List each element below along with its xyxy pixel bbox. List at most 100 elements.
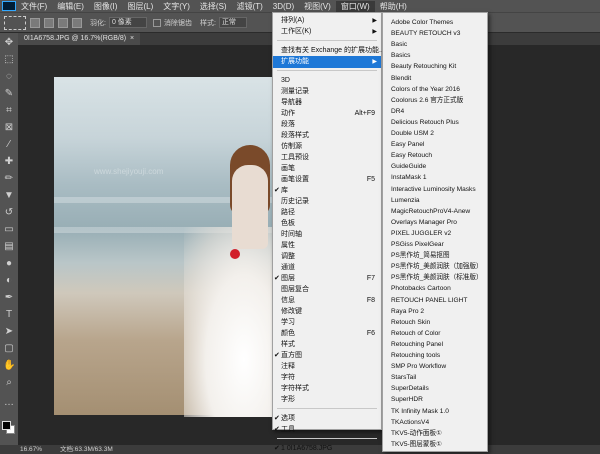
frame-icon[interactable]: ⊠	[3, 122, 15, 134]
more-tools-icon[interactable]: …	[3, 397, 15, 409]
menu-3d[interactable]: 3D(D)	[268, 2, 299, 11]
extension-menu-item[interactable]: Retouch Skin	[383, 317, 487, 328]
menu-file[interactable]: 文件(F)	[16, 1, 52, 12]
quick-select-icon[interactable]: ✎	[3, 88, 15, 100]
extension-menu-item[interactable]: GuideGuide	[383, 161, 487, 172]
menu-image[interactable]: 图像(I)	[89, 1, 123, 12]
feather-input[interactable]: 0 像素	[108, 17, 147, 28]
menu-view[interactable]: 视图(V)	[299, 1, 336, 12]
extension-menu-item[interactable]: PS黑作坊_美颜润肤（标准版）	[383, 272, 487, 283]
menu-type[interactable]: 文字(Y)	[158, 1, 195, 12]
extension-menu-item[interactable]: Easy Retouch	[383, 150, 487, 161]
extension-menu-item[interactable]: Delicious Retouch Plus	[383, 117, 487, 128]
blur-icon[interactable]: ●	[3, 258, 15, 270]
foreground-color-swatch[interactable]	[2, 421, 11, 430]
pen-icon[interactable]: ✒	[3, 292, 15, 304]
extension-menu-item[interactable]: Colors of the Year 2016	[383, 84, 487, 95]
healing-icon[interactable]: ✚	[3, 156, 15, 168]
extension-menu-item[interactable]: BEAUTY RETOUCH v3	[383, 28, 487, 39]
window-menu-item[interactable]: 扩展功能 ▶	[273, 56, 381, 68]
zoom-icon[interactable]: ⌕	[3, 377, 15, 389]
extension-menu-item[interactable]: Adobe Color Themes	[383, 17, 487, 28]
window-menu-item[interactable]: ✔ 工具	[273, 424, 381, 436]
menu-layer[interactable]: 图层(L)	[122, 1, 158, 12]
style-select[interactable]: 正常	[218, 17, 247, 28]
menu-window[interactable]: 窗口(W)	[335, 0, 375, 12]
subtract-selection-icon[interactable]	[58, 17, 68, 28]
extension-menu-item[interactable]: Photobacks Cartoon	[383, 283, 487, 294]
marquee-tool-preset-icon[interactable]	[4, 15, 26, 30]
extension-menu-item[interactable]: TK Infinity Mask 1.0	[383, 406, 487, 417]
window-menu-item-label: 图层复合	[281, 286, 309, 293]
intersect-selection-icon[interactable]	[72, 17, 82, 28]
extension-menu-item[interactable]: StarsTail	[383, 372, 487, 383]
extension-menu-item[interactable]: Beauty Retouching Kit	[383, 61, 487, 72]
extension-menu-item[interactable]: PIXEL JUGGLER v2	[383, 228, 487, 239]
window-menu-item[interactable]: ✔ 1 0I1A6758.JPG	[273, 443, 381, 454]
close-tab-icon[interactable]: ×	[130, 35, 134, 42]
extension-menu-item[interactable]: SuperHDR	[383, 394, 487, 405]
extension-menu-item[interactable]: Basics	[383, 50, 487, 61]
extension-menu-item[interactable]: SuperDetails	[383, 383, 487, 394]
history-brush-icon[interactable]: ↺	[3, 207, 15, 219]
antialias-checkbox[interactable]	[152, 18, 161, 27]
extension-menu-item[interactable]: Retouching tools	[383, 350, 487, 361]
extension-menu-item[interactable]: TKActionsV4	[383, 417, 487, 428]
extension-menu-item[interactable]: RETOUCH PANEL LIGHT	[383, 295, 487, 306]
hand-icon[interactable]: ✋	[3, 360, 15, 372]
type-icon[interactable]: T	[3, 309, 15, 321]
crop-icon[interactable]: ⌗	[3, 105, 15, 117]
gradient-icon[interactable]: ▤	[3, 241, 15, 253]
new-selection-icon[interactable]	[30, 17, 40, 28]
extension-menu-item[interactable]: Easy Panel	[383, 139, 487, 150]
menu-select[interactable]: 选择(S)	[195, 1, 232, 12]
brush-icon[interactable]: ✏	[3, 173, 15, 185]
extension-menu-item[interactable]: Overlays Manager Pro	[383, 217, 487, 228]
extension-menu-item[interactable]: PSGiss PixelGear	[383, 239, 487, 250]
move-icon[interactable]: ✥	[3, 37, 15, 49]
marquee-icon[interactable]: ⬚	[3, 54, 15, 66]
extension-menu-item[interactable]: PS黑作坊_美颜润肤（加强版）	[383, 261, 487, 272]
menu-filter[interactable]: 滤镜(T)	[232, 1, 268, 12]
extension-menu-item[interactable]: PS黑作坊_简易抠图	[383, 250, 487, 261]
window-menu-item-label: 工具	[281, 426, 295, 433]
extension-menu-item[interactable]: Interactive Luminosity Masks	[383, 184, 487, 195]
photoshop-logo-icon[interactable]	[2, 1, 16, 11]
shape-icon[interactable]: ▢	[3, 343, 15, 355]
menu-help[interactable]: 帮助(H)	[375, 1, 412, 12]
extension-menu-item[interactable]: Retouch of Color	[383, 328, 487, 339]
document-tab[interactable]: 0I1A6758.JPG @ 16.7%(RGB/8) ×	[18, 33, 141, 45]
window-menu-item-label: 属性	[281, 242, 295, 249]
zoom-level[interactable]: 16.67%	[20, 445, 42, 454]
extension-menu-item[interactable]: DR4	[383, 106, 487, 117]
extension-menu-item[interactable]: MagicRetouchProV4-Anew	[383, 206, 487, 217]
menu-edit[interactable]: 编辑(E)	[52, 1, 89, 12]
window-menu-item-label: 段落样式	[281, 132, 309, 139]
window-menu-item-label: 时间轴	[281, 231, 302, 238]
extension-menu-item[interactable]: TKV5-动作面板①	[383, 428, 487, 439]
extension-menu-item[interactable]: Basic	[383, 39, 487, 50]
window-menu-item[interactable]: 工作区(K) ▶	[273, 26, 381, 38]
extension-menu-item[interactable]: Lumenzia	[383, 195, 487, 206]
window-menu-item-label: 字符样式	[281, 385, 309, 392]
extension-menu-item[interactable]: TKV5-图层蒙板①	[383, 439, 487, 450]
extension-menu-item[interactable]: Retouching Panel	[383, 339, 487, 350]
lasso-icon[interactable]: ◌	[3, 71, 15, 83]
document-info[interactable]: 文档:63.3M/63.3M	[60, 445, 113, 454]
extension-menu-item[interactable]: InstaMask 1	[383, 172, 487, 183]
dodge-icon[interactable]: ◐	[3, 275, 15, 287]
window-menu-item-label: 历史记录	[281, 198, 309, 205]
add-selection-icon[interactable]	[44, 17, 54, 28]
extension-menu-item[interactable]: Double USM 2	[383, 128, 487, 139]
stamp-icon[interactable]: ▼	[3, 190, 15, 202]
extension-menu-item[interactable]: Coolorus 2.6 官方正式版	[383, 95, 487, 106]
eyedropper-icon[interactable]: ⁄	[3, 139, 15, 151]
window-menu-item-label: 修改键	[281, 308, 302, 315]
eraser-icon[interactable]: ▭	[3, 224, 15, 236]
extension-menu-item[interactable]: Blendit	[383, 73, 487, 84]
extension-menu-item[interactable]: SMP Pro Workflow	[383, 361, 487, 372]
window-menu-item-label: 选项	[281, 415, 295, 422]
extension-menu-item[interactable]: Raya Pro 2	[383, 306, 487, 317]
window-menu-item[interactable]: 字形	[273, 394, 381, 406]
path-select-icon[interactable]: ➤	[3, 326, 15, 338]
